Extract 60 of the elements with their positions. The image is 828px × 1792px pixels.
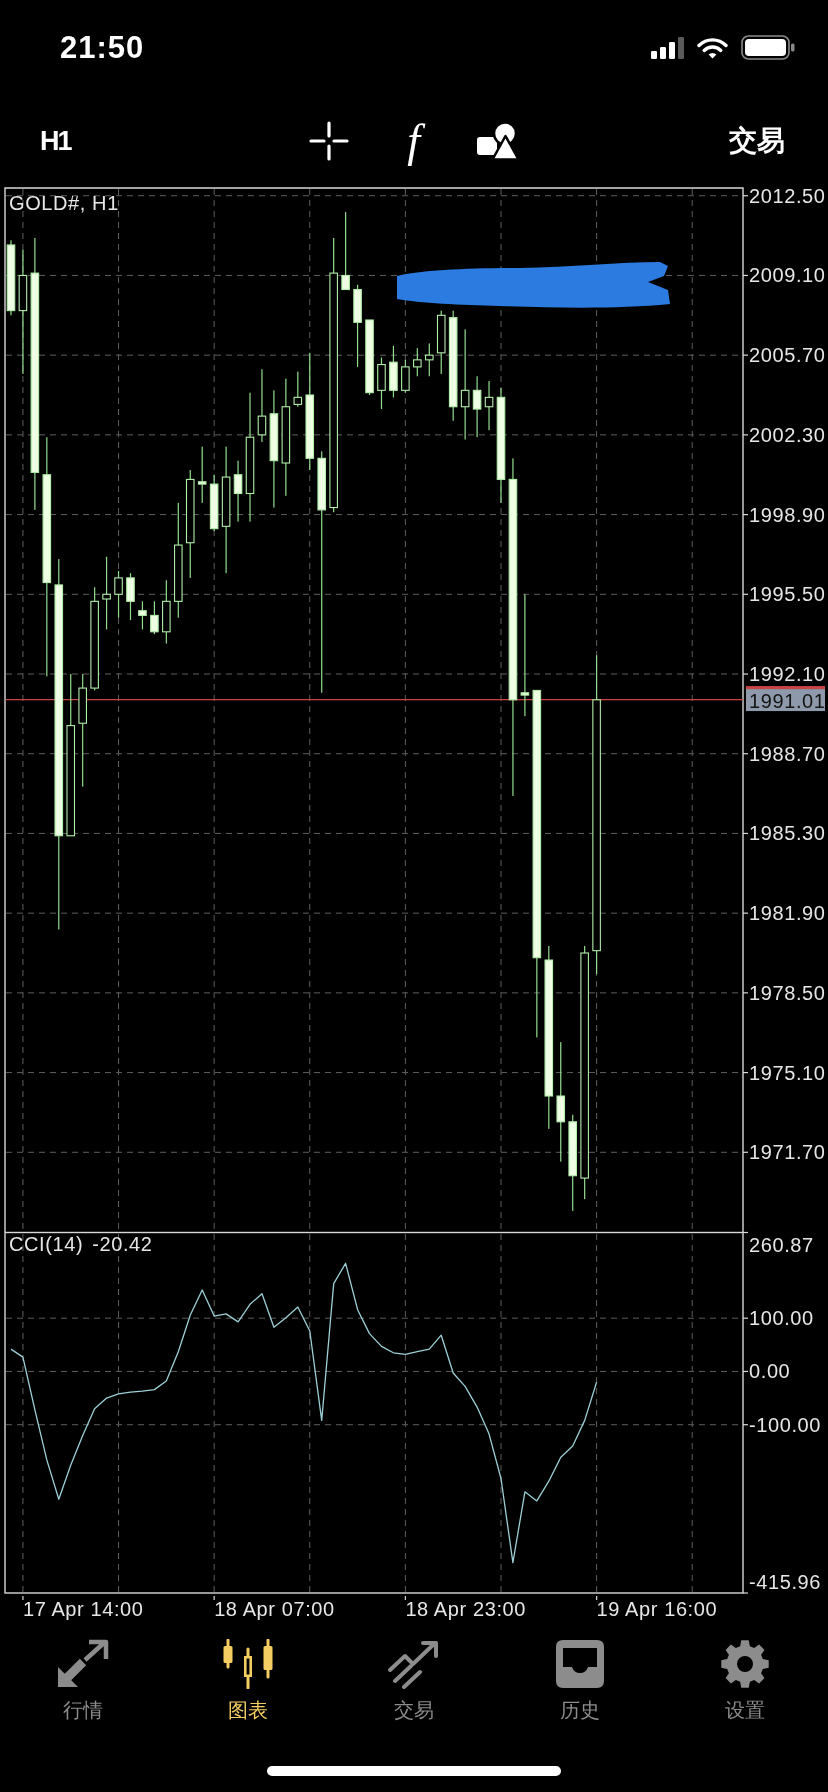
candle (126, 573, 135, 621)
trade-button[interactable]: 交易 (729, 124, 785, 158)
price-axis-label: 1975.10 (749, 1061, 826, 1084)
candle (389, 345, 398, 398)
candle (293, 371, 303, 407)
price-axis-label: 2002.30 (749, 423, 826, 446)
chart-title: GOLD#, H1 (9, 192, 119, 214)
time-axis-label: 17 Apr 14:00 (22, 1598, 144, 1620)
price-axis-label: 1995.50 (749, 583, 826, 606)
tab-bar-item[interactable]: 图表 (165, 1639, 332, 1723)
price-axis-label: 1998.90 (749, 503, 826, 526)
cci-axis-label: 100.00 (749, 1307, 814, 1330)
candle (162, 580, 171, 644)
signal-icon (651, 36, 684, 59)
cci-axis-label: -415.96 (749, 1571, 822, 1593)
crosshair-icon[interactable] (308, 121, 349, 161)
candle (197, 446, 207, 503)
candle (150, 601, 159, 635)
candle (377, 357, 386, 410)
price-axis-label: 2012.50 (749, 184, 826, 207)
tab-bar-item[interactable]: 历史 (496, 1639, 663, 1723)
price-axis-label: 2009.10 (749, 264, 826, 287)
cci-axis-label: 0.00 (749, 1360, 791, 1383)
price-axis-label: 1981.90 (749, 902, 826, 925)
current-price-tag: 1991.01 (746, 686, 826, 712)
wifi-icon (697, 36, 728, 59)
candle (114, 570, 123, 618)
candle (413, 348, 422, 377)
candle (401, 359, 410, 393)
candle (233, 460, 243, 522)
candle (424, 343, 434, 377)
time-axis-label: 19 Apr 16:00 (596, 1598, 718, 1620)
candle (472, 376, 482, 438)
tab-bar-item[interactable]: 设置 (662, 1639, 828, 1723)
candle (436, 310, 446, 374)
price-axis-label: 1992.10 (749, 663, 826, 685)
cci-axis-label: 260.87 (749, 1233, 814, 1256)
status-time: 21:50 (60, 32, 145, 63)
battery-icon (741, 35, 795, 60)
price-axis-label: 1988.70 (749, 742, 826, 765)
indicator-value: -20.42 (92, 1233, 153, 1255)
cci-axis-label: -100.00 (749, 1413, 822, 1436)
price-axis-label: 2005.70 (749, 344, 826, 367)
time-axis-label: 18 Apr 07:00 (214, 1598, 335, 1620)
candle (138, 601, 147, 630)
tab-bar-item[interactable]: 行情 (0, 1639, 166, 1723)
price-axis-label: 1985.30 (749, 822, 826, 845)
diagonal-arrows-icon (55, 1639, 110, 1689)
stock-chart-icon (221, 1639, 276, 1689)
candle (484, 380, 494, 431)
price-axis-label: 1971.70 (749, 1141, 826, 1164)
candle (209, 474, 219, 531)
trend-arrow-icon (387, 1639, 441, 1689)
time-axis-label: 18 Apr 23:00 (405, 1598, 526, 1620)
timeframe-button[interactable]: H1 (40, 127, 71, 155)
tab-bar-item[interactable]: 交易 (331, 1639, 497, 1723)
indicator-name: CCI(14) (9, 1233, 84, 1255)
price-axis-label: 1978.50 (749, 981, 826, 1004)
shapes-icon[interactable] (475, 121, 520, 161)
indicator-button[interactable]: f (396, 117, 431, 165)
